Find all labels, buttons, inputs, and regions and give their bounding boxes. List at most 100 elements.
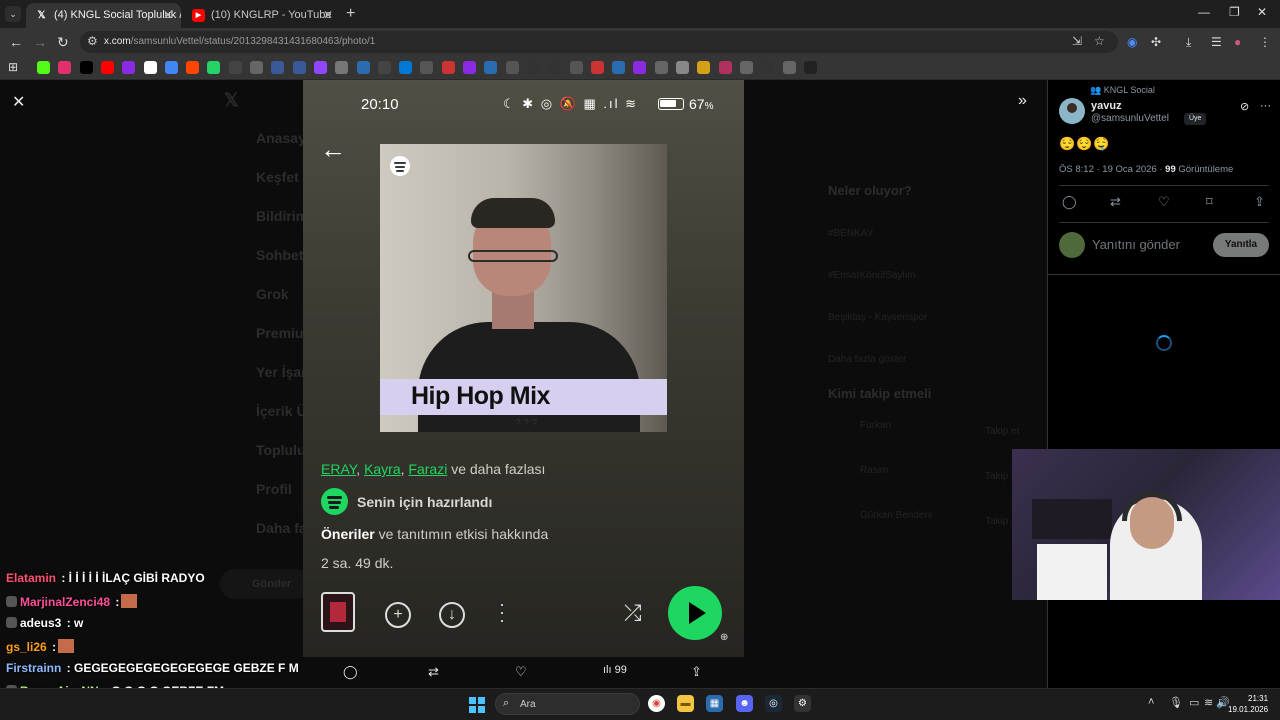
chrome-icon[interactable]: ◉	[648, 695, 665, 712]
reading-list-icon[interactable]: ☰	[1211, 35, 1222, 49]
generic-icon[interactable]	[676, 61, 689, 74]
site-info-icon[interactable]: ⚙	[87, 34, 98, 48]
generic-icon[interactable]	[122, 61, 136, 74]
phone-screenshot[interactable]: 20:10 ☾ ✱ ◎ 🔕 ▦ .ıl ≋ 67% ← Hip Hop Mix …	[303, 80, 744, 657]
recommendations-note[interactable]: Öneriler ve tanıtımın etkisi hakkında	[321, 526, 548, 542]
generic-icon[interactable]	[228, 61, 242, 74]
reddit-icon[interactable]	[186, 61, 200, 74]
facebook-icon[interactable]	[292, 61, 306, 74]
generic-icon[interactable]	[164, 61, 178, 74]
play-button[interactable]	[668, 586, 722, 640]
generic-icon[interactable]	[569, 61, 583, 74]
artist-link[interactable]: Kayra	[364, 461, 401, 477]
repost-icon[interactable]: ⇄	[428, 664, 439, 680]
generic-icon[interactable]	[548, 61, 562, 74]
chat-username[interactable]: Elatamin	[6, 571, 56, 585]
user-handle[interactable]: @samsunluVettel	[1091, 113, 1169, 124]
collapse-panel-icon[interactable]: »	[1018, 92, 1027, 110]
like-icon[interactable]: ♡	[1158, 194, 1170, 210]
reply-icon[interactable]: ◯	[1062, 194, 1077, 210]
youtube-icon[interactable]	[100, 61, 114, 74]
kick-icon[interactable]	[37, 61, 50, 74]
share-icon[interactable]: ⇪	[1254, 194, 1265, 210]
generic-icon[interactable]	[761, 61, 775, 74]
back-arrow-icon[interactable]: ←	[320, 134, 346, 165]
download-icon[interactable]: ↓	[439, 602, 465, 628]
apps-grid-icon[interactable]: ⊞	[8, 60, 18, 74]
microphone-icon[interactable]: 🎙	[1169, 696, 1183, 709]
back-icon[interactable]: ←	[9, 34, 23, 50]
chat-username[interactable]: adeus3	[20, 616, 61, 630]
whatsapp-icon[interactable]	[207, 61, 221, 74]
generic-icon[interactable]	[271, 61, 285, 74]
extension-icon[interactable]: ◉	[1127, 35, 1137, 49]
generic-icon[interactable]	[633, 61, 647, 74]
like-icon[interactable]: ♡	[515, 664, 527, 680]
new-tab-icon[interactable]: +	[346, 5, 355, 23]
generic-icon[interactable]	[335, 61, 349, 74]
twitch-icon[interactable]	[313, 61, 327, 74]
generic-icon[interactable]	[782, 61, 796, 74]
more-icon[interactable]: ···	[1260, 100, 1271, 112]
taskbar-search[interactable]: ⌕ Ara	[495, 693, 640, 715]
artist-link[interactable]: ERAY	[321, 461, 356, 477]
settings-gear-icon[interactable]: ⚙	[794, 695, 811, 712]
discord-icon[interactable]: ☻	[736, 695, 753, 712]
file-explorer-icon[interactable]: ▬	[677, 695, 694, 712]
reload-icon[interactable]: ↻	[57, 34, 69, 51]
reply-input[interactable]: Yanıtını gönder	[1092, 237, 1180, 252]
forward-icon[interactable]: →	[33, 34, 47, 50]
store-icon[interactable]: ▦	[706, 695, 723, 712]
grok-icon[interactable]: ⊘	[1240, 100, 1249, 113]
share-icon[interactable]: ⇪	[691, 664, 702, 680]
generic-icon[interactable]	[420, 61, 434, 74]
generic-icon[interactable]	[505, 61, 519, 74]
bing-icon[interactable]	[399, 61, 413, 74]
close-viewer-icon[interactable]: ✕	[12, 92, 25, 112]
generic-icon[interactable]	[612, 61, 626, 74]
generic-icon[interactable]	[484, 61, 498, 74]
chrome-icon[interactable]	[143, 61, 157, 74]
generic-icon[interactable]	[526, 61, 540, 74]
chat-username[interactable]: Firstrainn	[6, 661, 61, 675]
generic-icon[interactable]	[356, 61, 370, 74]
window-close-icon[interactable]: ✕	[1257, 5, 1267, 19]
address-bar[interactable]: ⚙ x.com/samsunluVettel/status/2013298431…	[80, 31, 1118, 53]
generic-icon[interactable]	[463, 61, 476, 74]
reply-icon[interactable]: ◯	[343, 664, 358, 680]
chat-username[interactable]: MarjinalZenci48	[20, 595, 110, 609]
generic-icon[interactable]	[590, 61, 604, 74]
bookmark-icon[interactable]: ⌑	[1206, 194, 1213, 210]
steam-icon[interactable]: ◎	[765, 695, 782, 712]
shuffle-icon[interactable]: ⤮	[624, 600, 642, 626]
more-options-icon[interactable]: · · ·	[499, 595, 505, 629]
reply-button[interactable]: Yanıtla	[1213, 233, 1269, 257]
windows-start-icon[interactable]	[469, 697, 485, 713]
tray-chevron-icon[interactable]: ˄	[1148, 696, 1154, 708]
restore-icon[interactable]: ❐	[1229, 5, 1240, 19]
tab-x-community[interactable]: 𝕏 (4) KNGL Social Topluluk / X ✕	[26, 3, 181, 28]
add-icon[interactable]: +	[385, 602, 411, 628]
generic-icon[interactable]	[697, 61, 711, 74]
extensions-puzzle-icon[interactable]: ✣	[1151, 35, 1161, 49]
bookmark-star-icon[interactable]: ☆	[1094, 34, 1105, 48]
generic-icon[interactable]	[739, 61, 753, 74]
close-tab-icon[interactable]: ✕	[323, 8, 333, 22]
repost-icon[interactable]: ⇄	[1110, 194, 1121, 210]
views-stat[interactable]: ılı 99	[603, 664, 627, 676]
chat-username[interactable]: gs_li26	[6, 640, 47, 654]
generic-icon[interactable]	[803, 61, 817, 74]
tab-youtube[interactable]: ▶ (10) KNGLRP - YouTube ✕	[183, 3, 341, 28]
taskbar-clock[interactable]: 21:31 19.01.2026	[1228, 693, 1268, 715]
display-icon[interactable]: ▭	[1189, 696, 1199, 709]
download-icon[interactable]: ⤓	[1186, 35, 1191, 50]
generic-icon[interactable]	[250, 61, 263, 74]
x-icon[interactable]	[79, 61, 93, 74]
generic-icon[interactable]	[441, 61, 455, 74]
generic-icon[interactable]	[718, 61, 732, 74]
community-label[interactable]: 👥 KNGL Social	[1090, 85, 1155, 96]
instagram-icon[interactable]	[58, 61, 72, 74]
generic-icon[interactable]	[377, 61, 391, 74]
wifi-icon[interactable]: ≋	[1204, 696, 1213, 709]
close-tab-icon[interactable]: ✕	[163, 8, 173, 22]
